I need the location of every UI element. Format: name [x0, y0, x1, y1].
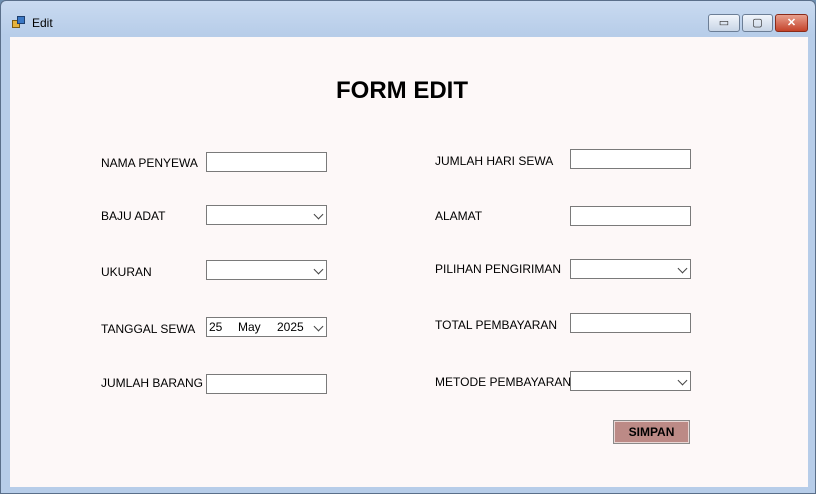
- nama-penyewa-field[interactable]: [206, 152, 327, 172]
- alamat-label: ALAMAT: [435, 209, 483, 223]
- date-day[interactable]: 25: [209, 320, 222, 334]
- jumlah-barang-label: JUMLAH BARANG: [101, 376, 204, 390]
- pilihan-pengiriman-label: PILIHAN PENGIRIMAN: [435, 262, 562, 276]
- jumlah-hari-sewa-field[interactable]: [570, 149, 691, 169]
- tanggal-sewa-datepicker[interactable]: 25 May 2025: [206, 317, 327, 337]
- minimize-button[interactable]: ▭: [708, 14, 740, 32]
- baju-adat-label: BAJU ADAT: [101, 209, 166, 223]
- total-pembayaran-label: TOTAL PEMBAYARAN: [435, 318, 558, 332]
- nama-penyewa-label: NAMA PENYEWA: [101, 156, 198, 170]
- ukuran-dropdown[interactable]: [206, 260, 327, 280]
- app-window: Edit ▭ ▢ ✕ FORM EDIT NAMA PENYEWA BAJU A…: [0, 0, 816, 494]
- date-month[interactable]: May: [238, 320, 261, 334]
- chevron-down-icon: [677, 375, 688, 386]
- total-pembayaran-field[interactable]: [570, 313, 691, 333]
- title-bar[interactable]: Edit ▭ ▢ ✕: [1, 1, 815, 37]
- window-title: Edit: [32, 16, 53, 30]
- maximize-button[interactable]: ▢: [742, 14, 773, 32]
- date-year[interactable]: 2025: [277, 320, 304, 334]
- metode-pembayaran-label: METODE PEMBAYARAN: [435, 375, 572, 389]
- app-icon: [12, 16, 26, 30]
- chevron-down-icon: [313, 321, 324, 332]
- form-title: FORM EDIT: [336, 77, 468, 104]
- chevron-down-icon: [313, 209, 324, 220]
- chevron-down-icon: [313, 264, 324, 275]
- ukuran-label: UKURAN: [101, 265, 152, 279]
- jumlah-hari-sewa-label: JUMLAH HARI SEWA: [435, 154, 554, 168]
- baju-adat-dropdown[interactable]: [206, 205, 327, 225]
- simpan-button[interactable]: SIMPAN: [613, 420, 690, 444]
- alamat-field[interactable]: [570, 206, 691, 226]
- pilihan-pengiriman-dropdown[interactable]: [570, 259, 691, 279]
- close-button[interactable]: ✕: [775, 14, 808, 32]
- chevron-down-icon: [677, 263, 688, 274]
- metode-pembayaran-dropdown[interactable]: [570, 371, 691, 391]
- tanggal-sewa-label: TANGGAL SEWA: [101, 322, 196, 336]
- jumlah-barang-field[interactable]: [206, 374, 327, 394]
- form-client-area: FORM EDIT NAMA PENYEWA BAJU ADAT UKURAN …: [10, 37, 808, 487]
